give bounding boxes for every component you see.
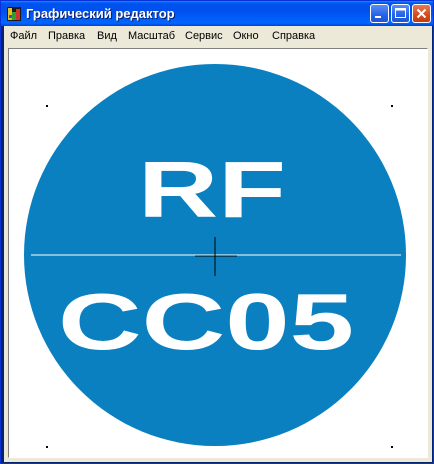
app-window: Графический редактор Файл Правка Вид Мас… [0,0,434,464]
menu-service[interactable]: Сервис [185,29,223,43]
menu-window[interactable]: Окно [233,29,259,43]
menu-scale[interactable]: Масштаб [128,29,175,43]
menu-help[interactable]: Справка [272,29,315,43]
close-button[interactable] [412,4,431,23]
app-icon [7,7,21,21]
maximize-icon [395,8,406,18]
menu-file[interactable]: Файл [10,29,37,43]
corner-marker [391,446,393,448]
corner-marker [391,105,393,107]
client-area: Файл Правка Вид Масштаб Сервис Окно Спра… [4,26,432,462]
minimize-icon [375,16,381,18]
top-label[interactable]: RF [138,145,286,234]
menu-view[interactable]: Вид [97,29,117,43]
corner-marker [46,446,48,448]
maximize-button[interactable] [391,4,410,23]
title-bar[interactable]: Графический редактор [1,1,433,26]
window-title: Графический редактор [26,6,175,21]
bottom-label[interactable]: CC05 [58,277,354,366]
minimize-button[interactable] [370,4,389,23]
close-icon [416,8,427,19]
menu-edit[interactable]: Правка [48,29,85,43]
drawing-canvas[interactable]: RF CC05 [9,49,427,457]
menu-bar: Файл Правка Вид Масштаб Сервис Окно Спра… [4,26,432,46]
drawing-canvas-frame: RF CC05 [8,48,428,458]
corner-marker [46,105,48,107]
